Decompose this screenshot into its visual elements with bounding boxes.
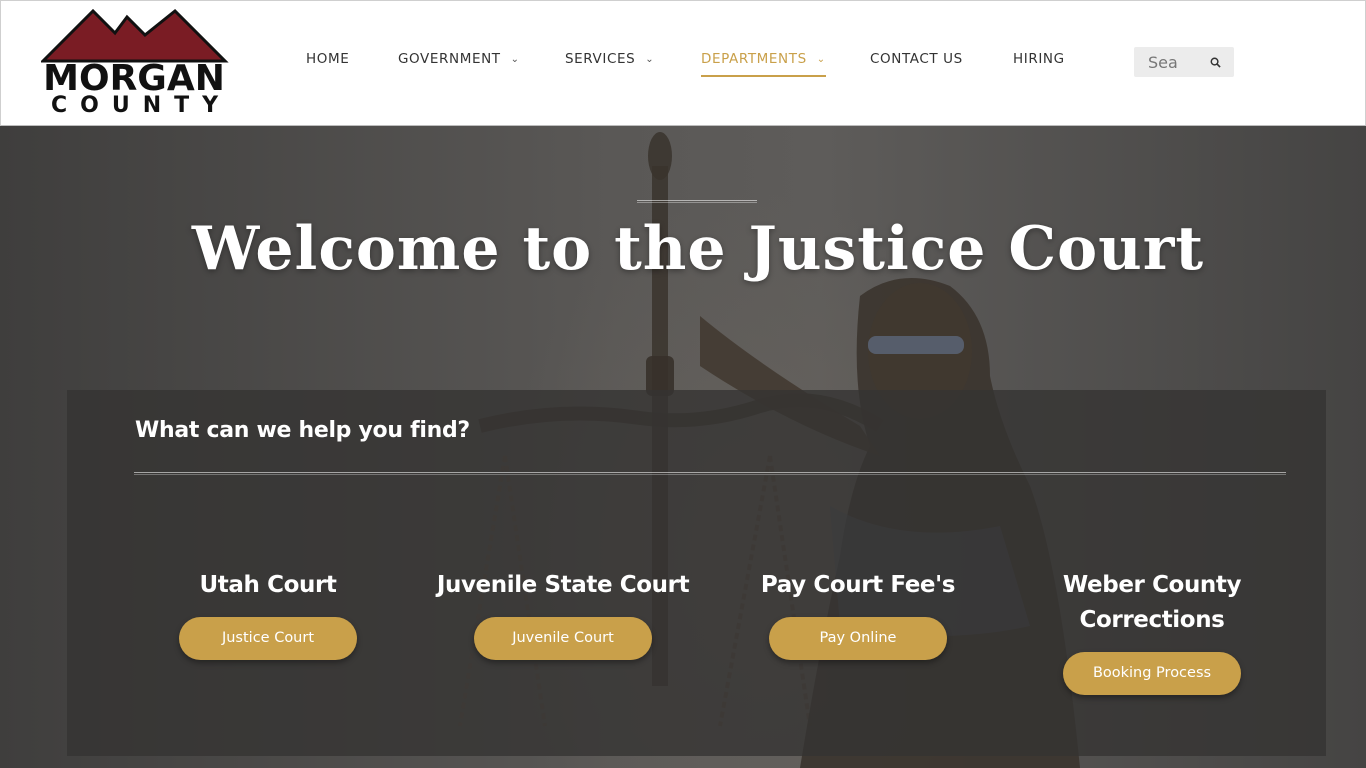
nav-services[interactable]: SERVICES ⌄ [565, 51, 654, 77]
justice-court-button[interactable]: Justice Court [179, 617, 357, 660]
panel-divider [134, 472, 1286, 475]
search-icon [1210, 57, 1221, 68]
quick-link-card: Pay Court Fee's Pay Online [708, 568, 1008, 660]
nav-hiring[interactable]: HIRING [1013, 51, 1065, 77]
booking-process-button[interactable]: Booking Process [1063, 652, 1241, 695]
search-box [1134, 47, 1234, 77]
quick-links-panel: What can we help you find? Utah Court Ju… [67, 390, 1326, 756]
nav-contact-label: CONTACT US [870, 51, 963, 67]
nav-government[interactable]: GOVERNMENT ⌄ [398, 51, 520, 77]
juvenile-court-button[interactable]: Juvenile Court [474, 617, 652, 660]
nav-departments[interactable]: DEPARTMENTS ⌄ [701, 51, 826, 77]
search-button[interactable] [1196, 47, 1234, 77]
quick-link-card: Weber County Corrections Booking Process [1002, 568, 1302, 695]
nav-home-label: HOME [306, 51, 350, 67]
logo-line-1: MORGAN [43, 58, 225, 99]
mountain-logo-icon [41, 9, 229, 63]
morgan-county-logo[interactable]: MORGAN COUNTY [41, 9, 229, 119]
hero-divider [637, 200, 757, 203]
search-input[interactable] [1134, 47, 1196, 77]
card-title: Utah Court [199, 572, 337, 598]
nav-government-label: GOVERNMENT [398, 51, 501, 67]
chevron-down-icon: ⌄ [816, 54, 826, 65]
chevron-down-icon: ⌄ [510, 54, 520, 65]
quick-link-card: Juvenile State Court Juvenile Court [413, 568, 713, 660]
page-title: Welcome to the Justice Court [191, 214, 1205, 284]
card-title: Juvenile State Court [436, 572, 690, 598]
panel-heading: What can we help you find? [135, 418, 470, 443]
card-title: Weber County Corrections [1062, 572, 1242, 633]
pay-online-button[interactable]: Pay Online [769, 617, 947, 660]
site-header: MORGAN COUNTY HOME GOVERNMENT ⌄ SERVICES ⌄… [0, 0, 1366, 126]
nav-contact-us[interactable]: CONTACT US [870, 51, 963, 77]
quick-link-card: Utah Court Justice Court [118, 568, 418, 660]
logo-line-2: COUNTY [51, 93, 232, 118]
nav-hiring-label: HIRING [1013, 51, 1065, 67]
chevron-down-icon: ⌄ [645, 54, 655, 65]
hero-section: Welcome to the Justice Court What can we… [0, 126, 1366, 768]
nav-services-label: SERVICES [565, 51, 636, 67]
nav-departments-label: DEPARTMENTS [701, 51, 807, 67]
nav-home[interactable]: HOME [306, 51, 349, 77]
card-title: Pay Court Fee's [760, 572, 956, 598]
